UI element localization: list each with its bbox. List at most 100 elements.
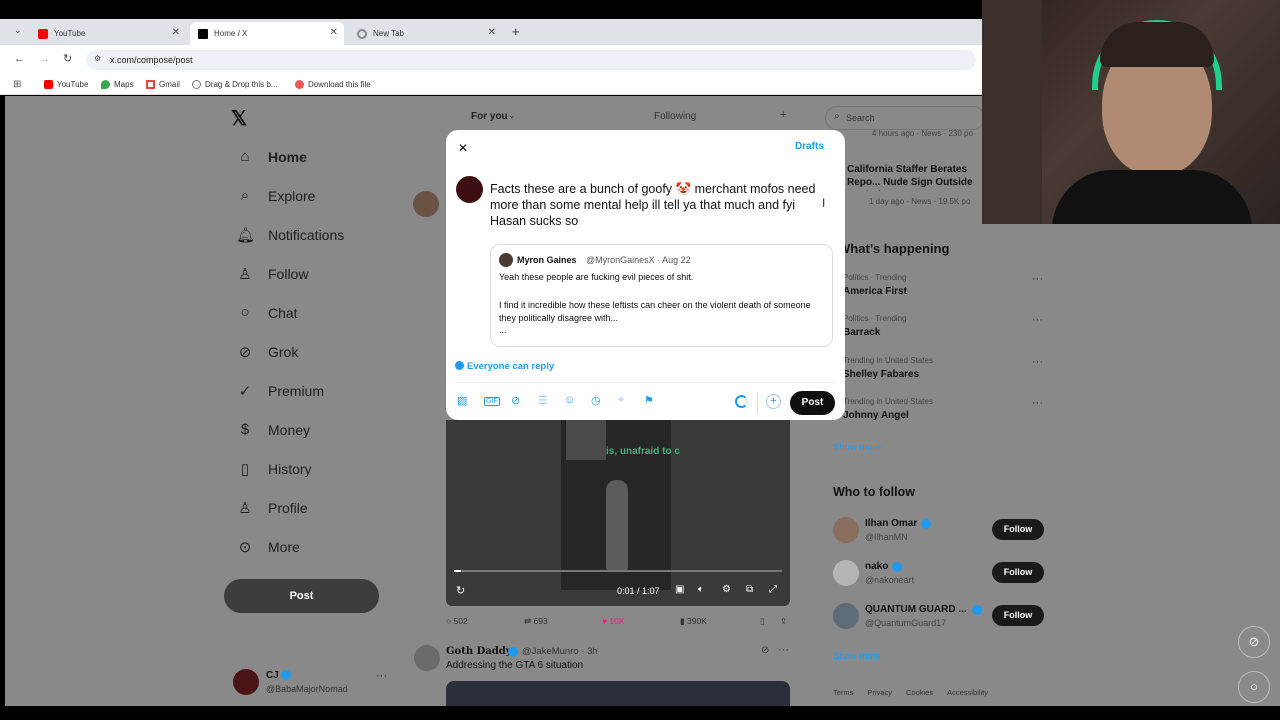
captions-icon[interactable]: ▣ [675, 584, 684, 595]
nav-follow[interactable]: ♙ Follow [236, 265, 308, 283]
more-dots-icon[interactable]: ··· [1032, 397, 1043, 409]
more-dots-icon[interactable]: ··· [376, 670, 387, 682]
close-tab-icon[interactable]: ✕ [330, 27, 338, 38]
follow-button[interactable]: Follow [992, 519, 1044, 540]
schedule-icon[interactable]: ◷ [591, 394, 601, 407]
url-input[interactable]: ⚙ x.com/compose/post [86, 50, 976, 70]
torso [1052, 170, 1252, 224]
chat-float-button[interactable]: ○ [1238, 671, 1270, 703]
quoted-post[interactable]: Myron Gaines @MyronGainesX · Aug 22 Yeah… [490, 244, 833, 347]
back-arrow-icon[interactable]: ← [14, 53, 25, 65]
video-player[interactable]: is, unafraid to c ↻ 0:01 / 1:07 ▣ 🔈︎ ⚙ ⧉… [446, 420, 790, 606]
chevron-down-icon[interactable]: ⌄ [508, 110, 516, 121]
progress-bar[interactable] [454, 570, 782, 572]
image-icon[interactable]: ▨ [457, 394, 467, 407]
location-icon[interactable]: ⌖ [618, 394, 624, 407]
youtube-icon [38, 28, 48, 39]
bookmark-maps[interactable]: Maps [101, 80, 134, 89]
trend-title[interactable]: Barrack [843, 327, 880, 338]
site-info-icon[interactable]: ⚙ [94, 54, 101, 63]
volume-icon[interactable]: 🔈︎ [698, 584, 704, 595]
new-tab-button[interactable]: + [512, 24, 520, 39]
trend-title[interactable]: America First [843, 286, 907, 297]
nav-notifications[interactable]: 🔔︎ Notifications [236, 226, 344, 244]
suggestion-name[interactable]: Ilhan Omar [865, 518, 917, 529]
grok-float-button[interactable]: ⊘ [1238, 626, 1270, 658]
repost-count[interactable]: ⇄ 693 [524, 616, 548, 627]
follow-button[interactable]: Follow [992, 562, 1044, 583]
nav-profile[interactable]: ♙ Profile [236, 499, 307, 517]
account-switcher[interactable]: CJ @BabaMajorNomad ··· [231, 666, 391, 698]
compose-textarea[interactable]: Facts these are a bunch of goofy 🤡 merch… [490, 181, 830, 229]
grok-icon[interactable]: ⊘ [761, 645, 769, 656]
url-text: x.com/compose/post [110, 55, 193, 65]
bookmark-youtube[interactable]: YouTube [44, 80, 88, 89]
gif-icon[interactable]: GIF [484, 397, 500, 406]
footer-accessibility[interactable]: Accessibility [947, 688, 988, 697]
tab-new-tab[interactable]: New Tab ✕ [349, 22, 502, 45]
nav-grok[interactable]: ⊘ Grok [236, 343, 299, 361]
view-count[interactable]: ▮ 390K [680, 616, 707, 627]
close-tab-icon[interactable]: ✕ [488, 27, 496, 38]
emoji-icon[interactable]: ☺ [564, 394, 575, 406]
close-icon[interactable]: ✕ [458, 141, 468, 155]
more-dots-icon[interactable]: ··· [1032, 314, 1043, 326]
tab-for-you[interactable]: For you [471, 111, 508, 122]
nav-home[interactable]: ⌂ Home [236, 148, 306, 165]
footer-privacy[interactable]: Privacy [867, 688, 892, 697]
tab-x-home[interactable]: Home / X ✕ [190, 22, 344, 45]
show-more-link[interactable]: Show more [833, 651, 881, 662]
more-dots-icon[interactable]: ··· [778, 644, 789, 656]
reply-count[interactable]: ○ 502 [446, 616, 468, 626]
settings-gear-icon[interactable]: ⚙ [722, 584, 731, 595]
trend-title[interactable]: Shelley Fabares [843, 369, 919, 380]
search-box[interactable]: ⌕ Search [825, 106, 985, 130]
grok-icon[interactable]: ⊘ [511, 394, 520, 407]
show-more-link[interactable]: Show more [833, 442, 881, 453]
bookmark-gmail[interactable]: Gmail [146, 80, 180, 89]
sidebar-post-button[interactable]: Post [224, 579, 379, 613]
nav-chat[interactable]: ○ Chat [236, 304, 297, 321]
forward-arrow-icon[interactable]: → [39, 53, 50, 65]
suggestion-name[interactable]: QUANTUM GUARD ... [865, 604, 967, 615]
avatar [414, 645, 440, 671]
nav-money[interactable]: $ Money [236, 421, 310, 438]
post-button[interactable]: Post [790, 391, 835, 415]
reply-setting[interactable]: Everyone can reply [455, 361, 554, 372]
tab-list-chevron-icon[interactable]: ⌄ [14, 25, 22, 36]
tab-youtube[interactable]: YouTube ✕ [30, 22, 186, 45]
add-tab-icon[interactable]: + [780, 109, 786, 121]
footer-cookies[interactable]: Cookies [906, 688, 933, 697]
post-author-name[interactable]: Goth Daddy [446, 646, 512, 657]
poll-icon[interactable]: ☰ [538, 394, 548, 407]
bookmark-icon[interactable]: ▯ [760, 616, 765, 627]
reload-icon[interactable]: ↻ [63, 52, 72, 65]
like-count[interactable]: ♥ 10K [602, 616, 625, 626]
avatar [456, 176, 483, 203]
suggestion-name[interactable]: nako [865, 561, 888, 572]
bookmark-drag-drop[interactable]: Drag & Drop this b... [192, 80, 277, 89]
pip-icon[interactable]: ⧉ [746, 584, 753, 595]
nav-more[interactable]: ⊙ More [236, 538, 300, 556]
nav-history[interactable]: ▯ History [236, 460, 312, 478]
bookmark-download-file[interactable]: Download this file [295, 80, 371, 89]
x-logo-icon[interactable]: 𝕏 [231, 106, 247, 131]
close-tab-icon[interactable]: ✕ [172, 27, 180, 38]
add-post-icon[interactable]: + [766, 394, 781, 409]
post-media-thumbnail[interactable] [446, 681, 790, 706]
share-icon[interactable]: ⇪ [780, 616, 787, 627]
more-dots-icon[interactable]: ··· [1032, 356, 1043, 368]
flag-icon[interactable]: ⚑ [644, 394, 654, 407]
trend-title[interactable]: Johnny Angel [843, 410, 909, 421]
tab-following[interactable]: Following [654, 111, 696, 122]
footer-terms[interactable]: Terms [833, 688, 853, 697]
more-dots-icon[interactable]: ··· [1032, 273, 1043, 285]
nav-explore[interactable]: ⌕ Explore [236, 187, 316, 204]
fullscreen-icon[interactable]: ⤢ [769, 584, 777, 595]
news-title[interactable]: California Staffer Berates Repo... Nude … [847, 163, 985, 191]
apps-grid-icon[interactable]: ⊞ [13, 79, 21, 90]
nav-premium[interactable]: ✓ Premium [236, 382, 324, 400]
drafts-link[interactable]: Drafts [795, 141, 824, 152]
replay-icon[interactable]: ↻ [456, 584, 465, 597]
follow-button[interactable]: Follow [992, 605, 1044, 626]
